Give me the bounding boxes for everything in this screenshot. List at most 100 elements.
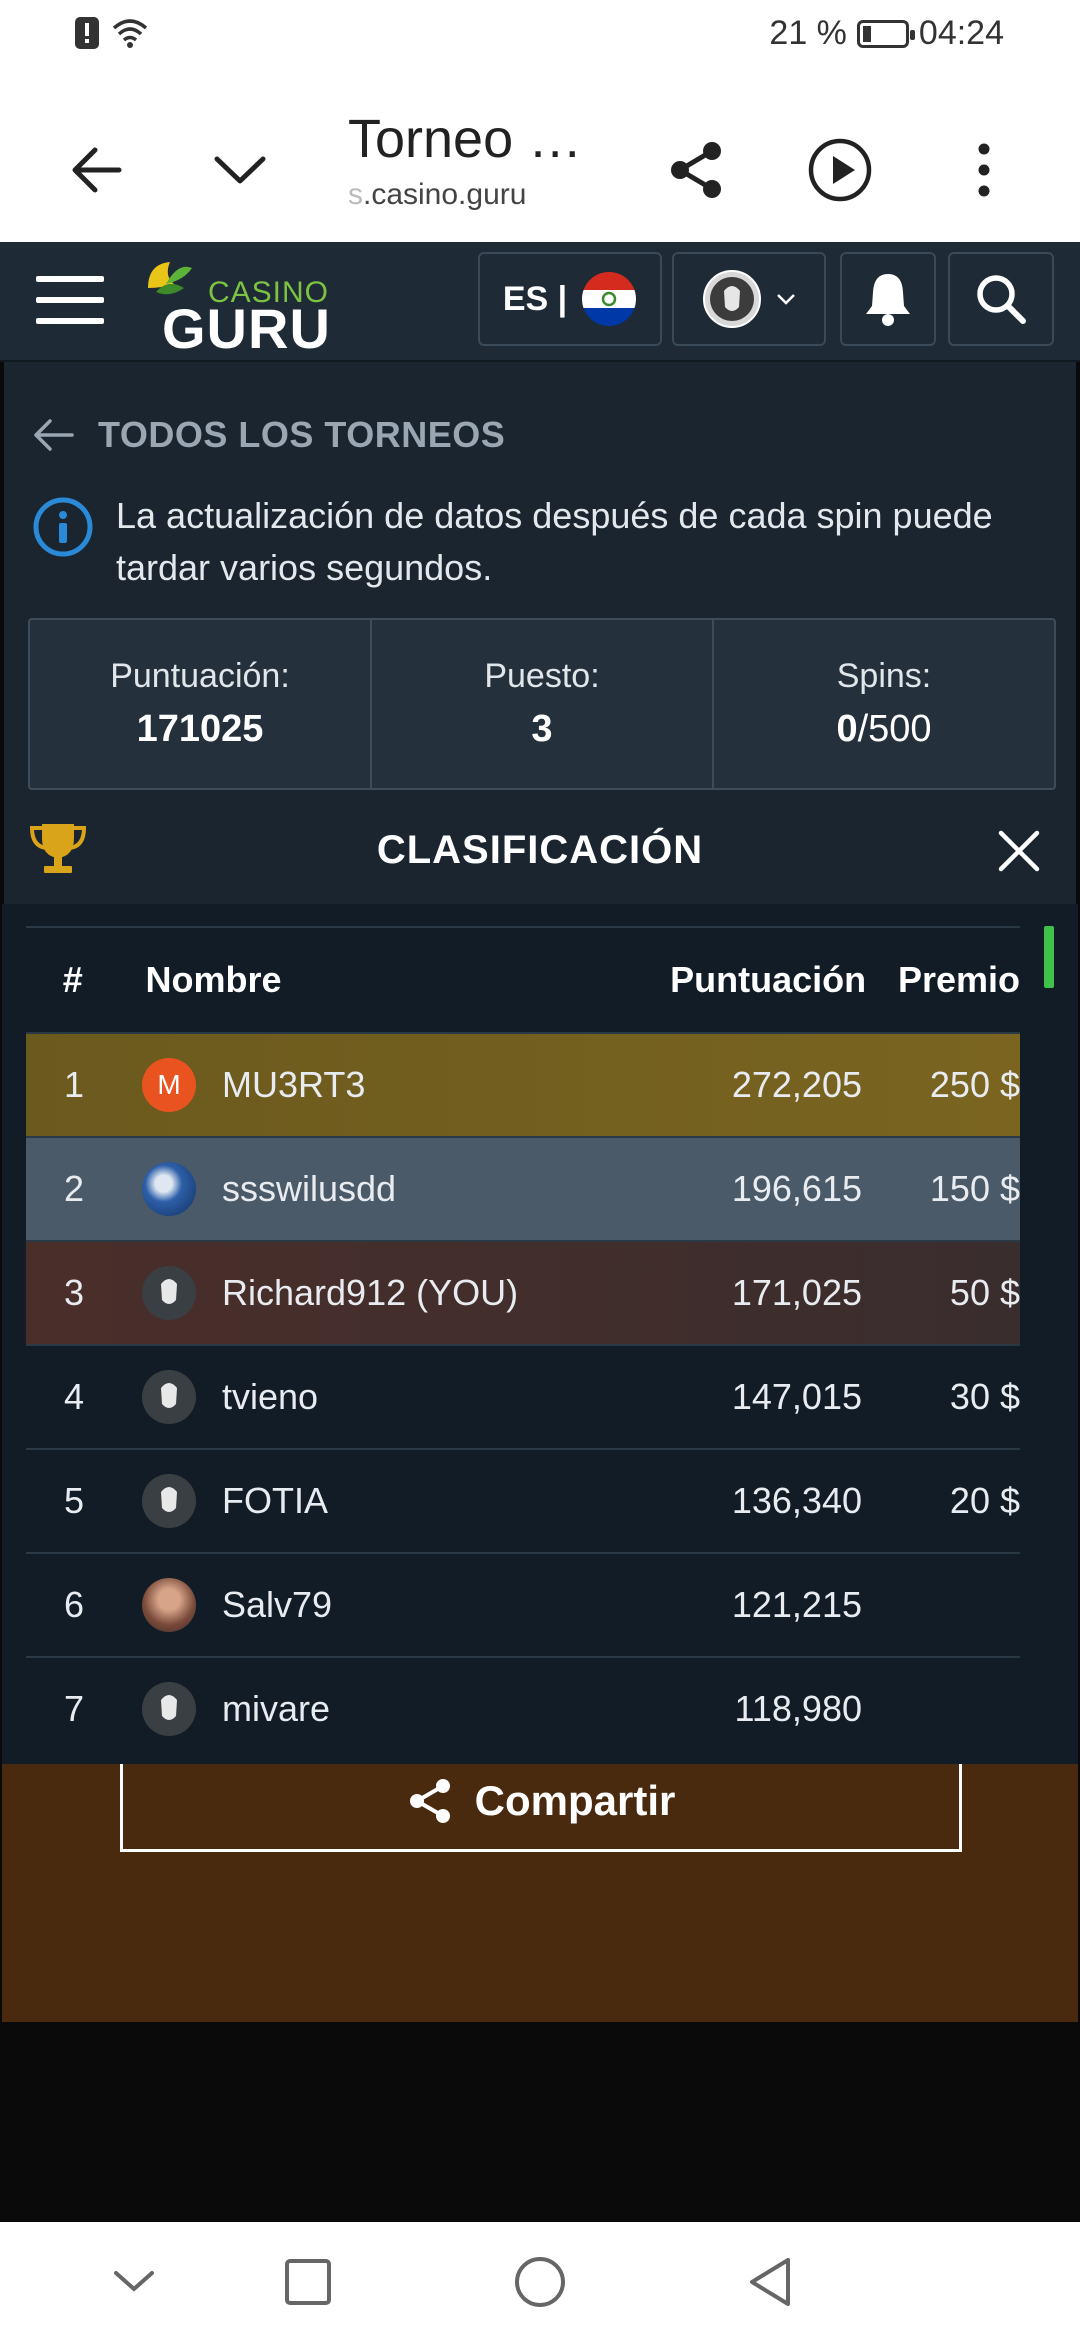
- row-player: M MU3RT3: [122, 1058, 552, 1112]
- clock: 04:24: [918, 14, 1004, 52]
- play-circle-icon: [808, 138, 872, 202]
- leaderboard[interactable]: # Nombre Puntuación Premio 1 M MU3RT3 272,2…: [2, 904, 1078, 1764]
- letter-avatar-icon: M: [142, 1058, 196, 1112]
- nav-back-button[interactable]: [730, 2250, 810, 2314]
- chevron-down-icon: [777, 294, 795, 305]
- leaderboard-header: # Nombre Puntuación Premio: [26, 926, 1020, 1032]
- search-icon: [977, 275, 1026, 324]
- row-player: tvieno: [122, 1370, 552, 1424]
- table-row[interactable]: 5 FOTIA 136,340 20 $: [26, 1448, 1020, 1552]
- rank-label: Puesto:: [484, 657, 600, 695]
- default-avatar-icon: [142, 1370, 196, 1424]
- user-avatar-icon: [703, 270, 761, 328]
- scroll-indicator[interactable]: [1044, 926, 1054, 988]
- row-score: 171,025: [731, 1272, 862, 1313]
- table-row[interactable]: 4 tvieno 147,015 30 $: [26, 1344, 1020, 1448]
- classification-title: CLASIFICACIÓN: [376, 828, 704, 872]
- row-player: Richard912 (YOU): [122, 1266, 552, 1320]
- notifications-button[interactable]: [840, 252, 936, 346]
- default-avatar-icon: [142, 1474, 196, 1528]
- casino-guru-logo[interactable]: CASINO GURU: [142, 256, 342, 360]
- square-icon: [285, 2259, 331, 2305]
- status-bar: 21 % 04:24: [0, 0, 1080, 72]
- row-score: 147,015: [731, 1376, 862, 1417]
- row-score: 121,215: [731, 1584, 862, 1625]
- row-rank: 1: [63, 1064, 85, 1105]
- all-tournaments-label: TODOS LOS TORNEOS: [98, 414, 506, 455]
- language-code: ES |: [502, 279, 568, 318]
- status-right: 21 % 04:24: [769, 14, 1004, 53]
- browser-toolbar: Torneo … s.casino.guru: [0, 72, 1080, 242]
- page-url: s.casino.guru: [348, 178, 526, 212]
- stat-spins: Spins: 0/500: [714, 620, 1054, 788]
- nav-home-button[interactable]: [500, 2250, 580, 2314]
- photo-avatar-icon: [142, 1162, 196, 1216]
- arrow-left-icon: [72, 147, 122, 193]
- chevron-down-icon: [114, 2271, 154, 2292]
- system-nav-bar: [0, 2222, 1080, 2340]
- close-icon: [998, 830, 1040, 872]
- all-tournaments-link[interactable]: TODOS LOS TORNEOS: [32, 414, 505, 456]
- col-score: Puntuación: [670, 959, 867, 1000]
- user-menu-button[interactable]: [672, 252, 826, 346]
- chevron-down-icon: [214, 156, 266, 184]
- hamburger-icon: [36, 276, 104, 324]
- menu-button[interactable]: [934, 120, 1034, 220]
- share-page-button[interactable]: [646, 120, 746, 220]
- row-rank: 2: [63, 1168, 85, 1209]
- alert-sim-icon: [75, 17, 99, 49]
- row-score: 118,980: [734, 1688, 862, 1729]
- photo-avatar-icon: [142, 1578, 196, 1632]
- stats-box: Puntuación: 171025 Puesto: 3 Spins: 0/50…: [28, 618, 1056, 790]
- close-classification-button[interactable]: [988, 820, 1050, 882]
- row-player: ssswilusdd: [122, 1162, 552, 1216]
- row-score: 136,340: [731, 1480, 862, 1521]
- share-button[interactable]: Compartir: [120, 1752, 962, 1852]
- logo-text-bottom: GURU: [162, 297, 331, 360]
- info-text: La actualización de datos después de cad…: [116, 495, 993, 588]
- row-prize: 250 $: [929, 1064, 1020, 1105]
- row-score: 272,205: [731, 1064, 862, 1105]
- row-rank: 7: [63, 1688, 85, 1729]
- share-icon: [671, 142, 721, 198]
- row-name: MU3RT3: [222, 1064, 366, 1105]
- row-prize: 50 $: [949, 1272, 1020, 1313]
- row-prize: 20 $: [949, 1480, 1020, 1521]
- arrow-left-icon: [34, 419, 74, 451]
- triangle-back-icon: [750, 2258, 790, 2306]
- table-row[interactable]: 7 mivare 118,980: [26, 1656, 1020, 1760]
- table-row[interactable]: 1 M MU3RT3 272,205 250 $: [26, 1032, 1020, 1136]
- leaderboard-rows: 1 M MU3RT3 272,205 250 $ 2 ssswilusdd 196,615 15…: [26, 1032, 1020, 1760]
- play-button[interactable]: [790, 120, 890, 220]
- score-value: 171025: [136, 708, 264, 750]
- row-prize: 150 $: [929, 1168, 1020, 1209]
- spins-label: Spins:: [836, 657, 932, 695]
- table-row[interactable]: 3 Richard912 (YOU) 171,025 50 $: [26, 1240, 1020, 1344]
- row-player: FOTIA: [122, 1474, 552, 1528]
- row-score: 196,615: [731, 1168, 862, 1209]
- page-footer-area: Compartir: [2, 1752, 1078, 2022]
- leaderboard-table: # Nombre Puntuación Premio 1 M MU3RT3 272,2…: [26, 926, 1020, 1760]
- hamburger-button[interactable]: [36, 274, 104, 331]
- page-title: Torneo …: [348, 109, 583, 169]
- search-button[interactable]: [948, 252, 1054, 346]
- table-row[interactable]: 2 ssswilusdd 196,615 150 $: [26, 1136, 1020, 1240]
- spins-used: 0: [836, 708, 858, 750]
- row-rank: 4: [63, 1376, 85, 1417]
- share-label: Compartir: [474, 1776, 676, 1824]
- url-domain: .casino.guru: [363, 178, 527, 211]
- info-icon: [33, 497, 93, 557]
- row-name: mivare: [222, 1688, 331, 1729]
- row-prize: 30 $: [949, 1376, 1020, 1417]
- expand-button[interactable]: [190, 120, 290, 220]
- col-name: Nombre: [145, 959, 282, 1000]
- nav-hide-button[interactable]: [94, 2250, 174, 2314]
- nav-recents-button[interactable]: [268, 2250, 348, 2314]
- row-rank: 3: [63, 1272, 85, 1313]
- table-row[interactable]: 6 Salv79 121,215: [26, 1552, 1020, 1656]
- circle-icon: [515, 2257, 565, 2307]
- language-selector[interactable]: ES |: [478, 252, 662, 346]
- classification-header: CLASIFICACIÓN: [4, 798, 1076, 902]
- back-button[interactable]: [46, 120, 146, 220]
- row-name: Salv79: [222, 1584, 333, 1625]
